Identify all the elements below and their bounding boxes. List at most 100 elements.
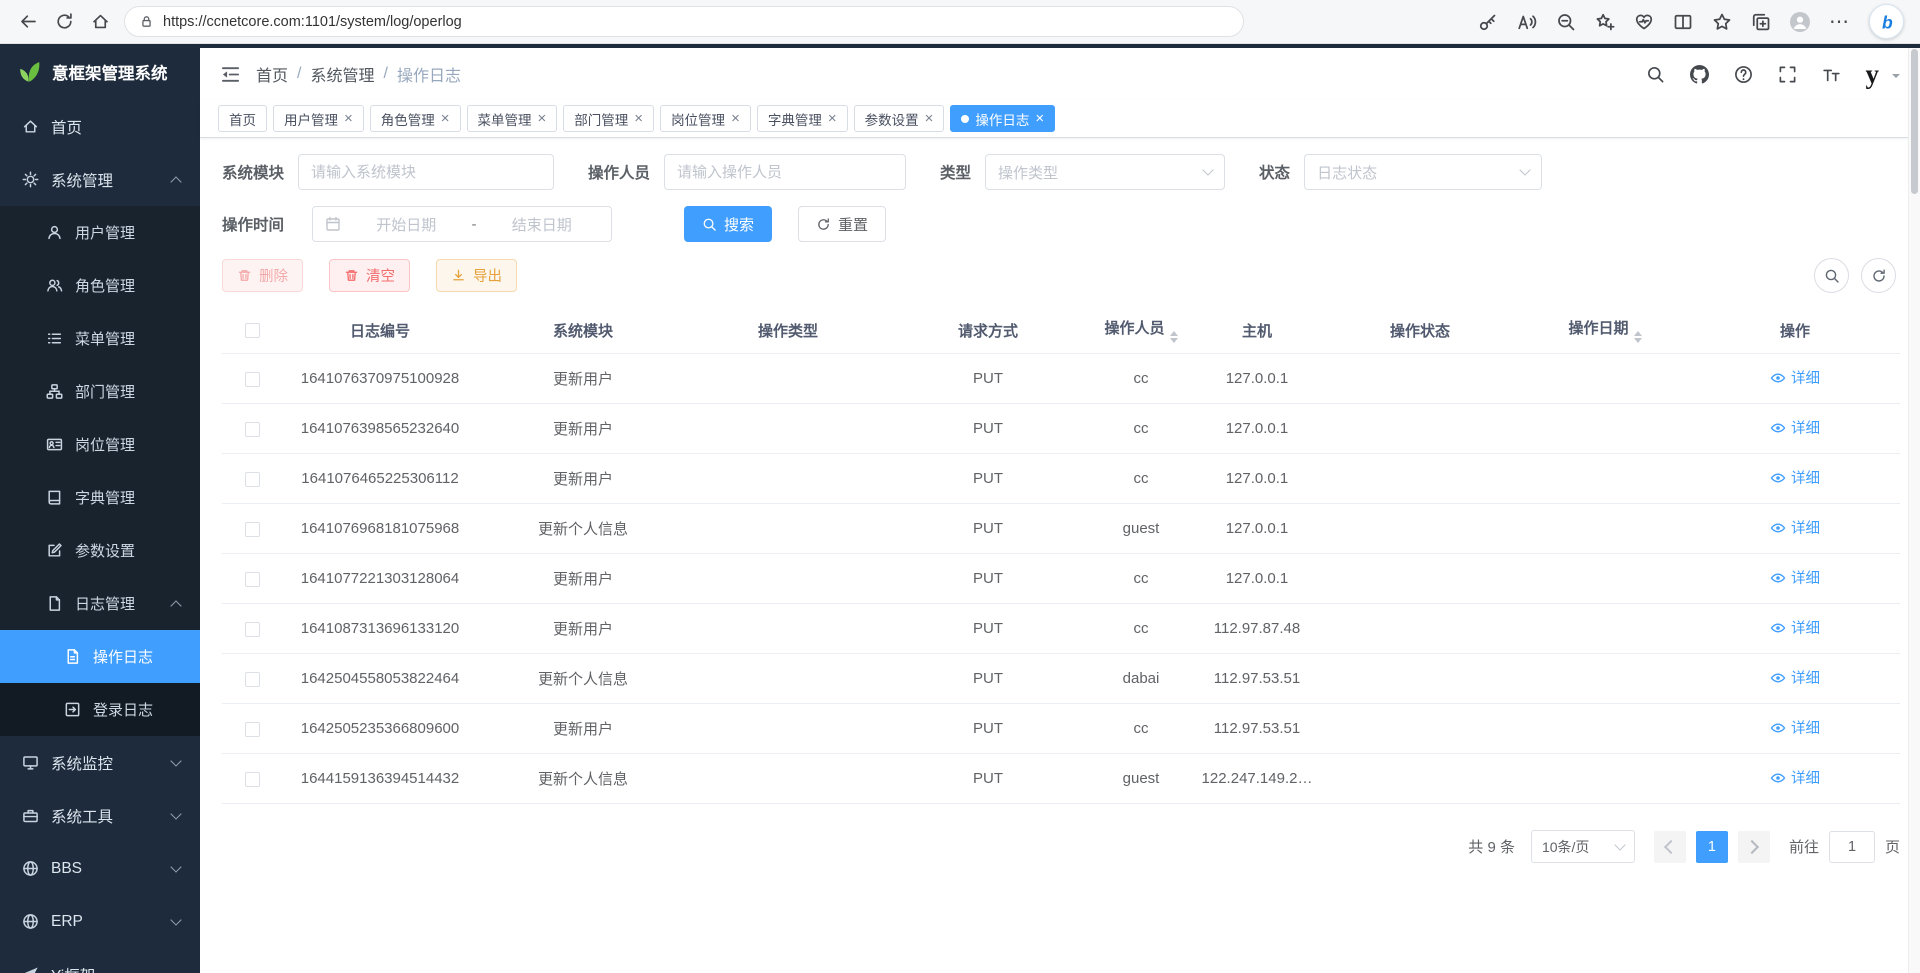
sidebar-item-menu-management[interactable]: 菜单管理: [0, 312, 200, 365]
tab-operation-log[interactable]: 操作日志×: [950, 105, 1055, 132]
detail-link[interactable]: 详细: [1770, 467, 1820, 488]
next-page-button[interactable]: [1738, 831, 1770, 863]
sort-carets-icon[interactable]: [1634, 331, 1642, 344]
close-icon[interactable]: ×: [441, 111, 450, 126]
sidebar-item-log-management[interactable]: 日志管理: [0, 577, 200, 630]
help-button[interactable]: [1734, 65, 1753, 84]
fullscreen-button[interactable]: [1778, 65, 1797, 84]
type-select[interactable]: 操作类型: [985, 154, 1225, 190]
url-text[interactable]: https://ccnetcore.com:1101/system/log/op…: [163, 14, 462, 30]
header-search-button[interactable]: [1646, 65, 1665, 84]
add-favorite-button[interactable]: [1595, 12, 1615, 32]
close-icon[interactable]: ×: [1035, 111, 1044, 126]
row-checkbox[interactable]: [245, 372, 260, 387]
show-search-toggle-button[interactable]: [1814, 258, 1849, 293]
detail-link[interactable]: 详细: [1770, 517, 1820, 538]
header-date-sortable[interactable]: 操作日期: [1520, 317, 1690, 344]
tab-home[interactable]: 首页: [218, 105, 267, 132]
user-avatar-logo[interactable]: y: [1866, 61, 1880, 88]
detail-link[interactable]: 详细: [1770, 417, 1820, 438]
detail-link[interactable]: 详细: [1770, 667, 1820, 688]
detail-link[interactable]: 详细: [1770, 717, 1820, 738]
bing-chat-button[interactable]: b: [1869, 4, 1904, 39]
tab-user-management[interactable]: 用户管理×: [273, 105, 364, 132]
favorites-button[interactable]: [1712, 12, 1732, 32]
close-icon[interactable]: ×: [731, 111, 740, 126]
app-logo[interactable]: 意框架管理系统: [0, 44, 200, 100]
header-operator-sortable[interactable]: 操作人员: [1088, 317, 1194, 344]
tab-menu-management[interactable]: 菜单管理×: [467, 105, 558, 132]
tab-post-management[interactable]: 岗位管理×: [660, 105, 751, 132]
sidebar-item-post-management[interactable]: 岗位管理: [0, 418, 200, 471]
breadcrumb-home[interactable]: 首页: [256, 62, 288, 86]
browser-back-button[interactable]: [10, 4, 46, 40]
tab-dictionary-management[interactable]: 字典管理×: [757, 105, 848, 132]
sidebar-toggle-button[interactable]: [220, 64, 241, 85]
profile-avatar-button[interactable]: [1790, 12, 1810, 32]
breadcrumb-system-management[interactable]: 系统管理: [310, 62, 374, 86]
site-info-lock-icon[interactable]: [139, 14, 154, 29]
row-checkbox[interactable]: [245, 622, 260, 637]
tab-parameter-settings[interactable]: 参数设置×: [854, 105, 945, 132]
sidebar-item-login-log[interactable]: 登录日志: [0, 683, 200, 736]
close-icon[interactable]: ×: [344, 111, 353, 126]
reset-button[interactable]: 重置: [798, 206, 886, 242]
zoom-out-button[interactable]: [1556, 12, 1576, 32]
scrollbar-thumb[interactable]: [1911, 49, 1918, 194]
row-checkbox[interactable]: [245, 472, 260, 487]
font-size-button[interactable]: [1822, 65, 1841, 84]
tab-role-management[interactable]: 角色管理×: [370, 105, 461, 132]
page-size-select[interactable]: 10条/页: [1531, 830, 1635, 863]
row-checkbox[interactable]: [245, 772, 260, 787]
sidebar-item-yi-framework[interactable]: Yi框架: [0, 948, 200, 973]
header-select-all[interactable]: [222, 322, 282, 339]
sidebar-item-home[interactable]: 首页: [0, 100, 200, 153]
refresh-table-button[interactable]: [1861, 258, 1896, 293]
select-all-checkbox[interactable]: [245, 323, 260, 338]
status-select[interactable]: 日志状态: [1304, 154, 1542, 190]
split-screen-button[interactable]: [1673, 12, 1693, 32]
sidebar-item-operation-log[interactable]: 操作日志: [0, 630, 200, 683]
sidebar-item-department-management[interactable]: 部门管理: [0, 365, 200, 418]
close-icon[interactable]: ×: [538, 111, 547, 126]
close-icon[interactable]: ×: [634, 111, 643, 126]
detail-link[interactable]: 详细: [1770, 567, 1820, 588]
sidebar-item-system-monitor[interactable]: 系统监控: [0, 736, 200, 789]
sidebar-item-erp[interactable]: ERP: [0, 895, 200, 948]
operator-input[interactable]: [664, 154, 906, 190]
sidebar-item-system-tools[interactable]: 系统工具: [0, 789, 200, 842]
sidebar-item-bbs[interactable]: BBS: [0, 842, 200, 895]
collections-button[interactable]: [1751, 12, 1771, 32]
row-checkbox[interactable]: [245, 722, 260, 737]
browser-home-button[interactable]: [82, 4, 118, 40]
module-input[interactable]: [298, 154, 554, 190]
row-checkbox[interactable]: [245, 522, 260, 537]
sidebar-item-user-management[interactable]: 用户管理: [0, 206, 200, 259]
page-scrollbar[interactable]: [1908, 44, 1920, 973]
browser-essentials-button[interactable]: [1634, 12, 1654, 32]
goto-page-input[interactable]: [1829, 831, 1875, 863]
clear-button[interactable]: 清空: [329, 259, 410, 292]
delete-button[interactable]: 删除: [222, 259, 303, 292]
sidebar-item-dictionary-management[interactable]: 字典管理: [0, 471, 200, 524]
close-icon[interactable]: ×: [828, 111, 837, 126]
date-range-picker[interactable]: 开始日期 - 结束日期: [312, 206, 612, 242]
read-aloud-button[interactable]: [1517, 12, 1537, 32]
row-checkbox[interactable]: [245, 572, 260, 587]
row-checkbox[interactable]: [245, 422, 260, 437]
detail-link[interactable]: 详细: [1770, 617, 1820, 638]
tab-department-management[interactable]: 部门管理×: [563, 105, 654, 132]
export-button[interactable]: 导出: [436, 259, 517, 292]
detail-link[interactable]: 详细: [1770, 767, 1820, 788]
page-number-current[interactable]: 1: [1696, 831, 1728, 863]
address-bar[interactable]: https://ccnetcore.com:1101/system/log/op…: [124, 6, 1244, 37]
search-button[interactable]: 搜索: [684, 206, 772, 242]
password-key-button[interactable]: [1478, 12, 1498, 32]
sidebar-item-role-management[interactable]: 角色管理: [0, 259, 200, 312]
browser-more-button[interactable]: ⋯: [1829, 12, 1850, 32]
prev-page-button[interactable]: [1654, 831, 1686, 863]
browser-refresh-button[interactable]: [46, 4, 82, 40]
close-icon[interactable]: ×: [925, 111, 934, 126]
sort-carets-icon[interactable]: [1170, 331, 1178, 344]
detail-link[interactable]: 详细: [1770, 367, 1820, 388]
